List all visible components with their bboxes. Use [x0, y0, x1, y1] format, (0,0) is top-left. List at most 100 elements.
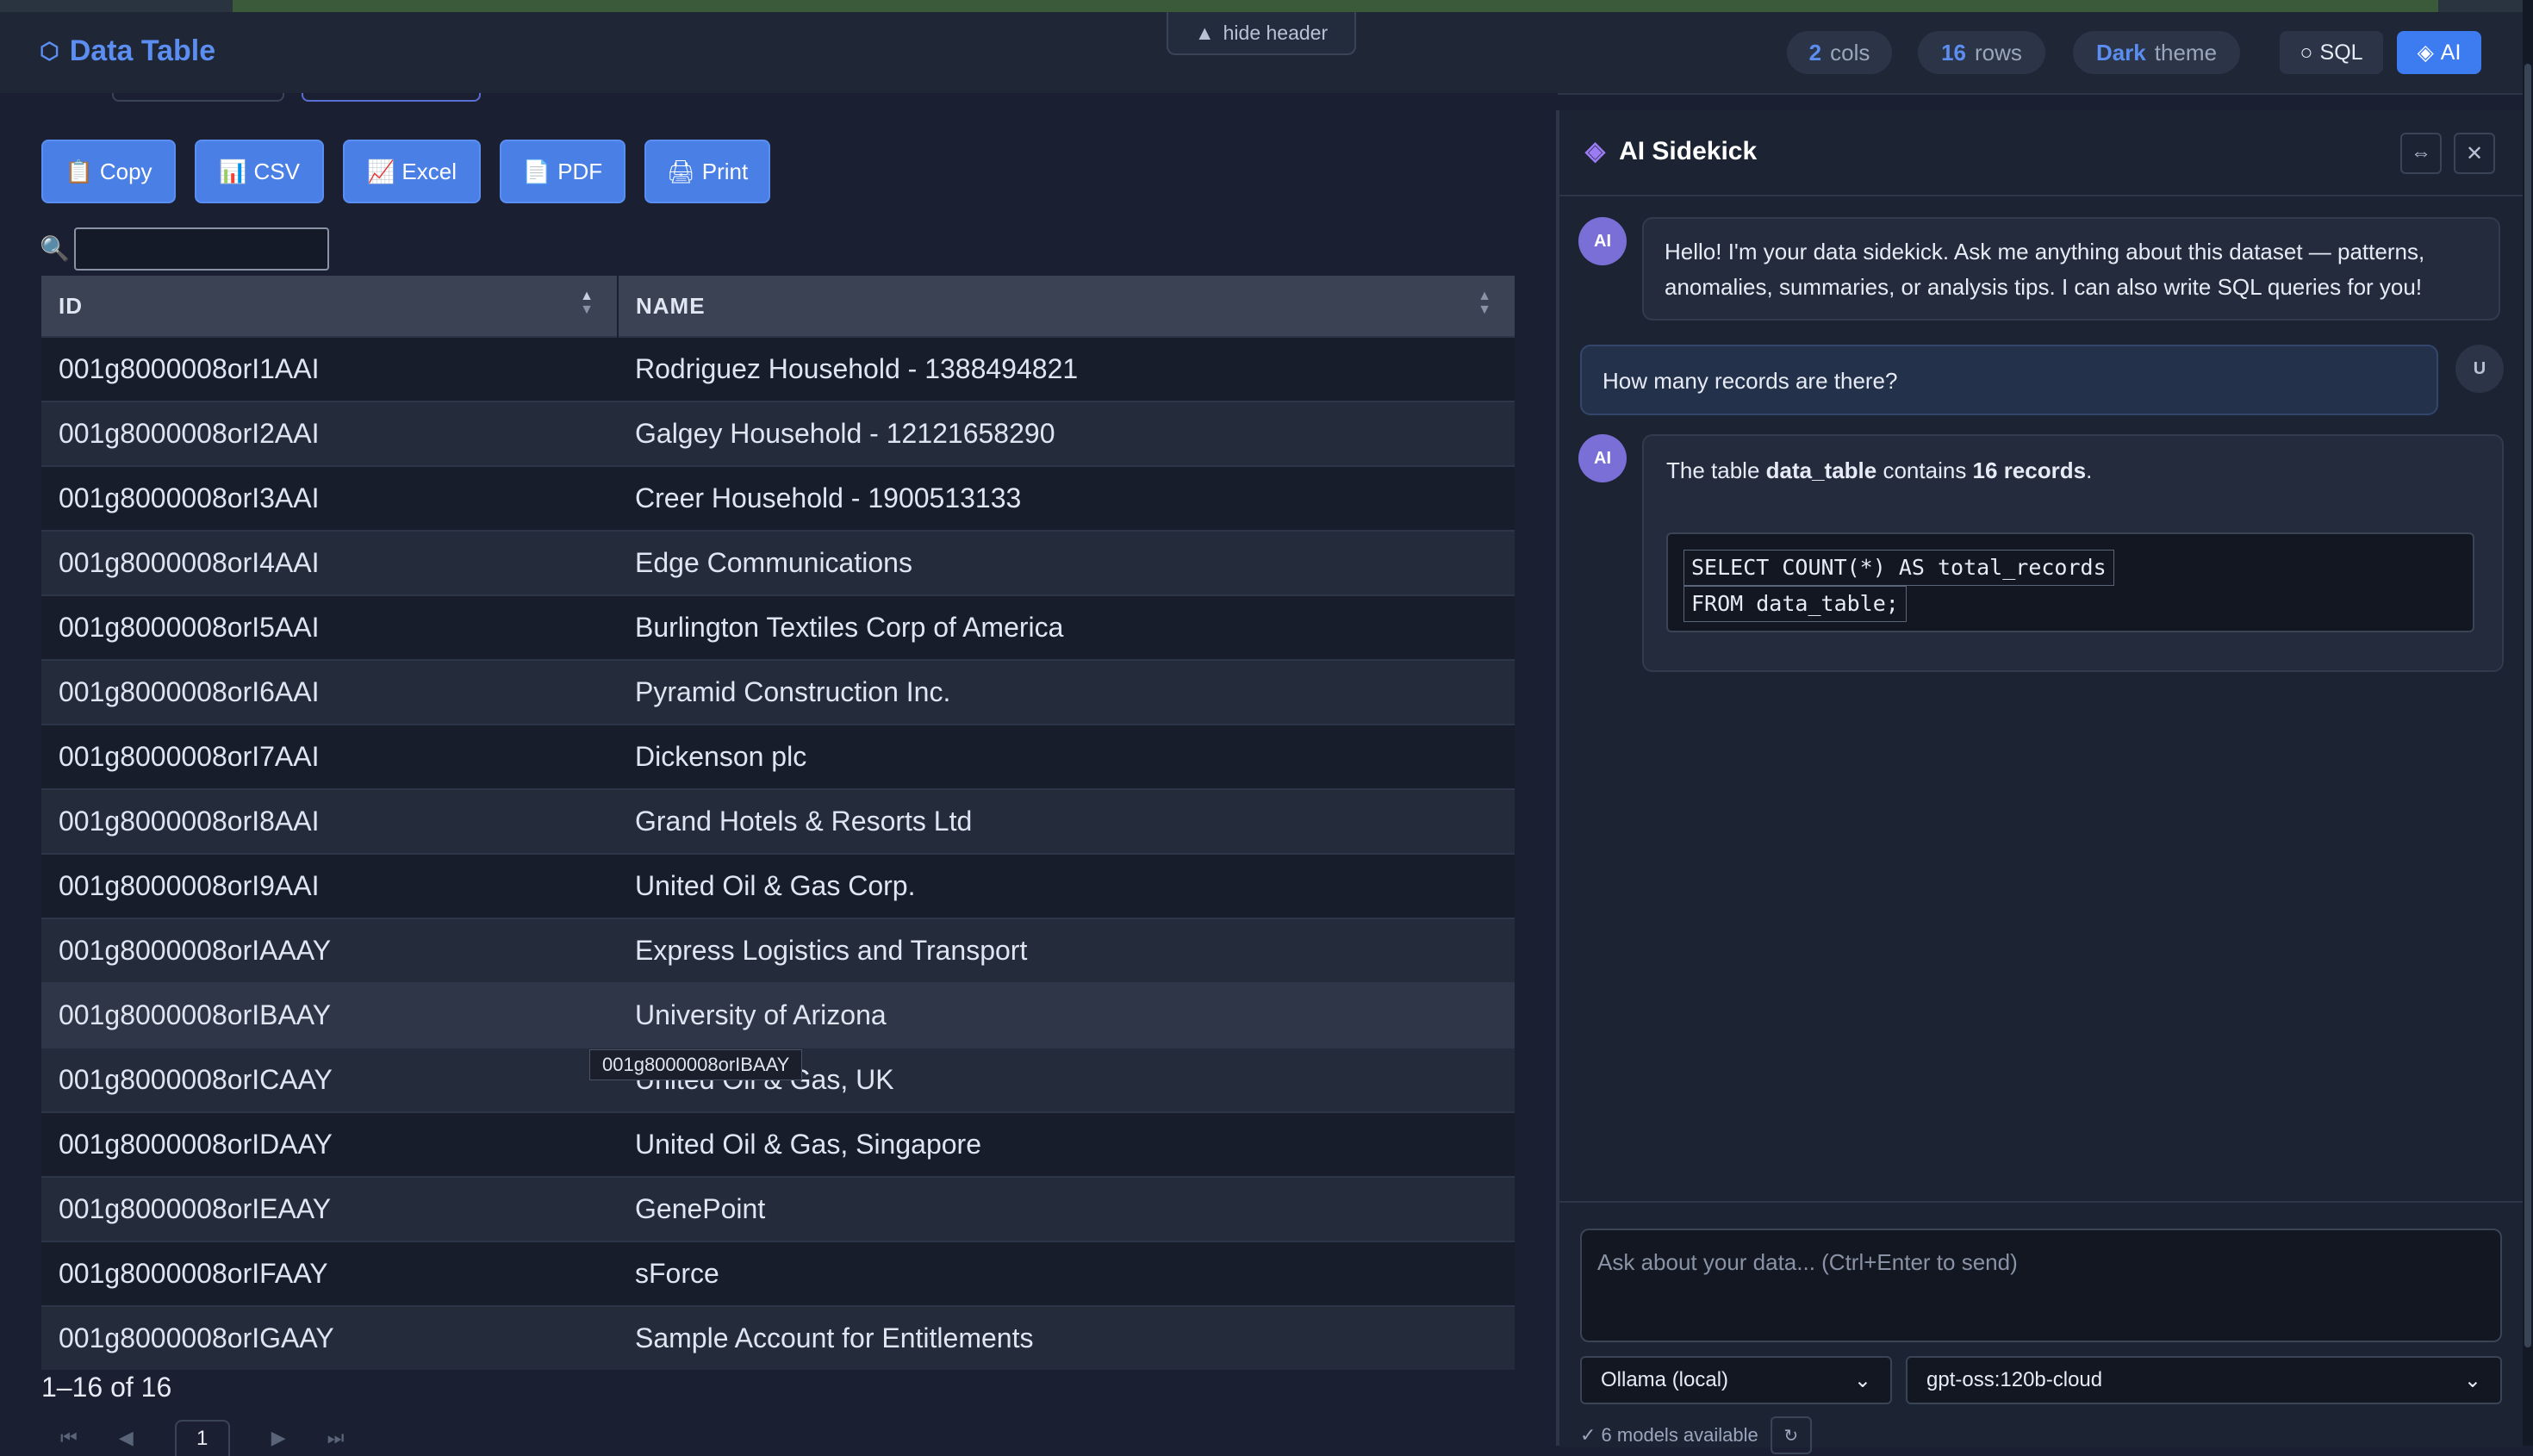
model-select[interactable]: gpt-oss:120b-cloud ⌄	[1906, 1356, 2502, 1404]
search-input[interactable]	[74, 227, 329, 271]
sub-tab[interactable]	[112, 93, 284, 102]
excel-label: Excel	[401, 158, 457, 184]
cell-name[interactable]: Rodriguez Household - 1388494821	[618, 336, 1515, 401]
column-header-label: ID	[59, 292, 83, 319]
sql-code-block[interactable]: SELECT COUNT(*) AS total_records FROM da…	[1666, 532, 2474, 632]
clipboard-icon: 📋	[65, 158, 93, 184]
bar-chart-icon: 📊	[219, 158, 247, 184]
prev-page-icon[interactable]: ◀	[119, 1427, 134, 1449]
table-row[interactable]: 001g8000008orIAAAY Express Logistics and …	[41, 918, 1515, 983]
refresh-icon[interactable]: ↻	[1770, 1416, 1812, 1454]
table-row[interactable]: 001g8000008orIBAAY University of Arizona	[41, 982, 1515, 1048]
export-toolbar: 📋 Copy 📊 CSV 📈 Excel 📄 PDF 🖨 Print	[41, 140, 770, 203]
cell-id[interactable]: 001g8000008orICAAY	[41, 1047, 618, 1112]
cell-id[interactable]: 001g8000008orI3AAI	[41, 465, 618, 531]
cell-name[interactable]: Edge Communications	[618, 530, 1515, 595]
table-row[interactable]: 001g8000008orI3AAI Creer Household - 1900…	[41, 465, 1515, 531]
cell-id[interactable]: 001g8000008orI1AAI	[41, 336, 618, 401]
table-row[interactable]: 001g8000008orI9AAI United Oil & Gas Corp.	[41, 853, 1515, 918]
ai-button[interactable]: ◈ AI	[2397, 31, 2481, 74]
last-page-icon[interactable]: ⏭	[327, 1427, 345, 1449]
column-header-id[interactable]: ID ▲ ▼	[41, 276, 619, 337]
code-line: FROM data_table;	[1683, 586, 1907, 622]
print-button[interactable]: 🖨 Print	[644, 140, 770, 203]
models-status: ✓ 6 models available ↻	[1580, 1416, 1812, 1454]
rows-count: 16	[1941, 39, 1966, 65]
cell-name[interactable]: Galgey Household - 12121658290	[618, 401, 1515, 466]
cell-id[interactable]: 001g8000008orIDAAY	[41, 1111, 618, 1177]
table-row[interactable]: 001g8000008orI5AAI Burlington Textiles Co…	[41, 594, 1515, 660]
hide-header-label: hide header	[1223, 21, 1329, 44]
first-page-icon[interactable]: ⏮	[60, 1427, 78, 1449]
cell-id[interactable]: 001g8000008orI2AAI	[41, 401, 618, 466]
provider-select[interactable]: Ollama (local) ⌄	[1580, 1356, 1892, 1404]
excel-button[interactable]: 📈 Excel	[343, 140, 481, 203]
sub-tab-active[interactable]	[302, 93, 481, 102]
triangle-up-icon: ▲	[1194, 21, 1215, 44]
cell-name[interactable]: University of Arizona	[618, 982, 1515, 1048]
sort-icon[interactable]: ▲ ▼	[580, 289, 594, 317]
cell-id[interactable]: 001g8000008orIAAAY	[41, 918, 618, 983]
answer-mid: contains	[1876, 457, 1973, 483]
table-row[interactable]: 001g8000008orI1AAI Rodriguez Household - …	[41, 336, 1515, 401]
current-page[interactable]: 1	[174, 1420, 230, 1456]
scrollbar-thumb[interactable]	[2524, 64, 2531, 1347]
close-icon[interactable]: ✕	[2454, 133, 2495, 174]
column-header-name[interactable]: NAME ▲ ▼	[618, 276, 1515, 337]
cell-name[interactable]: Pyramid Construction Inc.	[618, 659, 1515, 725]
table-row[interactable]: 001g8000008orI7AAI Dickenson plc	[41, 724, 1515, 789]
cell-id[interactable]: 001g8000008orI8AAI	[41, 788, 618, 854]
models-available-text: ✓ 6 models available	[1580, 1424, 1758, 1446]
user-avatar: U	[2455, 345, 2504, 393]
cell-name[interactable]: United Oil & Gas, Singapore	[618, 1111, 1515, 1177]
chevron-down-icon: ⌄	[2463, 1368, 2481, 1392]
cell-name[interactable]: United Oil & Gas Corp.	[618, 853, 1515, 918]
next-page-icon[interactable]: ▶	[271, 1427, 286, 1449]
cell-name[interactable]: GenePoint	[618, 1176, 1515, 1241]
cell-id[interactable]: 001g8000008orIGAAY	[41, 1305, 618, 1370]
table-row[interactable]: 001g8000008orIFAAY sForce	[41, 1241, 1515, 1306]
cell-name[interactable]: sForce	[618, 1241, 1515, 1306]
message-input[interactable]: Ask about your data... (Ctrl+Enter to se…	[1580, 1229, 2502, 1342]
csv-button[interactable]: 📊 CSV	[195, 140, 324, 203]
window-scrollbar[interactable]	[2523, 0, 2533, 1446]
cell-id[interactable]: 001g8000008orIFAAY	[41, 1241, 618, 1306]
table-row[interactable]: 001g8000008orIEAAY GenePoint	[41, 1176, 1515, 1241]
cell-id[interactable]: 001g8000008orI5AAI	[41, 594, 618, 660]
ai-label: AI	[2440, 40, 2461, 65]
cell-id[interactable]: 001g8000008orI6AAI	[41, 659, 618, 725]
cell-id[interactable]: 001g8000008orI9AAI	[41, 853, 618, 918]
cell-name[interactable]: Burlington Textiles Corp of America	[618, 594, 1515, 660]
cell-name[interactable]: Express Logistics and Transport	[618, 918, 1515, 983]
cell-id[interactable]: 001g8000008orI7AAI	[41, 724, 618, 789]
table-row[interactable]: 001g8000008orIGAAY Sample Account for Ent…	[41, 1305, 1515, 1370]
table-pane: 📋 Copy 📊 CSV 📈 Excel 📄 PDF 🖨 Print 🔍 ID ▲ ▼ NA…	[0, 110, 1558, 1456]
cell-name[interactable]: Sample Account for Entitlements	[618, 1305, 1515, 1370]
cell-id[interactable]: 001g8000008orI4AAI	[41, 530, 618, 595]
sort-icon[interactable]: ▲ ▼	[1478, 289, 1492, 317]
table-row[interactable]: 001g8000008orI6AAI Pyramid Construction I…	[41, 659, 1515, 725]
theme-toggle[interactable]: Dark theme	[2073, 31, 2240, 74]
table-row[interactable]: 001g8000008orI4AAI Edge Communications	[41, 530, 1515, 595]
cell-name[interactable]: Dickenson plc	[618, 724, 1515, 789]
copy-button[interactable]: 📋 Copy	[41, 140, 176, 203]
provider-selected: Ollama (local)	[1601, 1368, 1729, 1391]
table-row[interactable]: 001g8000008orIDAAY United Oil & Gas, Sing…	[41, 1111, 1515, 1177]
app-title: ⬡ Data Table	[40, 34, 215, 68]
hide-header-button[interactable]: ▲ hide header	[1167, 12, 1356, 55]
cell-name[interactable]: Creer Household - 1900513133	[618, 465, 1515, 531]
cols-label: cols	[1830, 39, 1870, 65]
cell-id[interactable]: 001g8000008orIEAAY	[41, 1176, 618, 1241]
expand-horizontal-icon[interactable]: ⇔	[2400, 133, 2442, 174]
cell-id[interactable]: 001g8000008orIBAAY	[41, 982, 618, 1048]
panel-header: ◈ AI Sidekick ⇔ ✕	[1559, 110, 2523, 196]
table-row[interactable]: 001g8000008orI2AAI Galgey Household - 121…	[41, 401, 1515, 466]
sql-button[interactable]: ○ SQL	[2280, 31, 2383, 74]
pdf-button[interactable]: 📄 PDF	[500, 140, 625, 203]
cell-name[interactable]: Grand Hotels & Resorts Ltd	[618, 788, 1515, 854]
table-row[interactable]: 001g8000008orI8AAI Grand Hotels & Resorts…	[41, 788, 1515, 854]
ai-greeting-text: Hello! I'm your data sidekick. Ask me an…	[1665, 239, 2425, 300]
cols-badge: 2 cols	[1787, 31, 1892, 74]
cell-tooltip: 001g8000008orIBAAY	[589, 1049, 803, 1080]
ai-avatar: AI	[1578, 217, 1627, 265]
